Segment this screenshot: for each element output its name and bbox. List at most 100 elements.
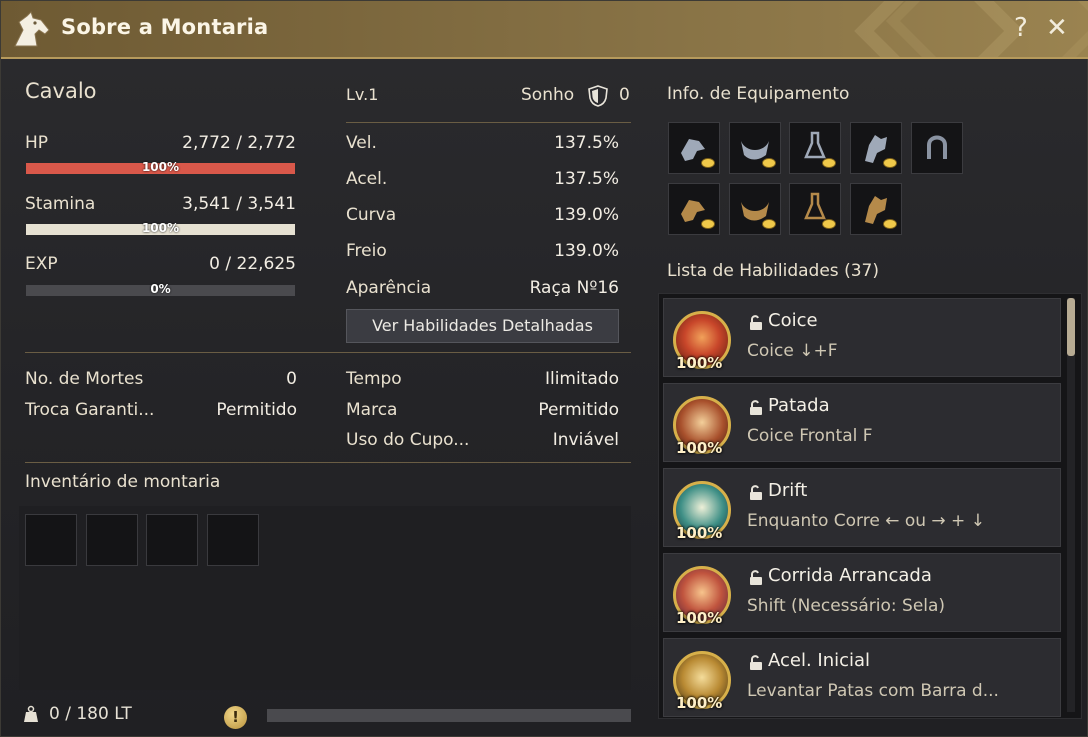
skill-card-drift[interactable]: 100% Drift Enquanto Corre ← ou → + ↓: [663, 468, 1061, 547]
trade-label: Troca Garanti...: [25, 400, 155, 420]
exp-percent: 0%: [150, 282, 171, 296]
skill-card-patada[interactable]: 100% Patada Coice Frontal F: [663, 383, 1061, 462]
stamina-bar: 100%: [26, 221, 295, 235]
divider: [25, 462, 631, 463]
skill-percent: 100%: [676, 439, 723, 457]
acceleration-label: Acel.: [346, 169, 388, 189]
time-value: Ilimitado: [544, 369, 619, 389]
skill-card-acel-inicial[interactable]: 100% Acel. Inicial Levantar Patas com Ba…: [663, 638, 1061, 717]
champron-slot[interactable]: [668, 122, 720, 174]
equip-indicator: [762, 158, 776, 168]
divider: [25, 352, 631, 353]
time-label: Tempo: [346, 369, 402, 389]
exp-bar: 0%: [26, 282, 295, 296]
dream-value: 0: [619, 85, 630, 105]
title-bar[interactable]: Sobre a Montaria ? ✕: [1, 1, 1088, 59]
saddle-slot-2[interactable]: [729, 183, 781, 235]
unlock-icon: [750, 400, 762, 415]
close-button[interactable]: ✕: [1046, 13, 1068, 43]
skills-title: Lista de Habilidades (37): [667, 261, 879, 281]
skill-name: Patada: [768, 395, 830, 416]
equip-indicator: [883, 158, 897, 168]
weight-bar: [267, 709, 631, 722]
skill-name: Coice: [768, 310, 818, 331]
coupon-label: Uso do Cupo...: [346, 430, 470, 450]
skill-percent: 100%: [676, 609, 723, 627]
skill-percent: 100%: [676, 524, 723, 542]
warning-icon[interactable]: !: [224, 706, 247, 729]
barding-slot-2[interactable]: [850, 183, 902, 235]
deaths-label: No. de Mortes: [25, 369, 144, 389]
inventory-slot[interactable]: [207, 514, 259, 566]
skill-card-corrida-arrancada[interactable]: 100% Corrida Arrancada Shift (Necessário…: [663, 553, 1061, 632]
weight-value: 0 / 180 LT: [49, 704, 132, 724]
unlock-icon: [750, 655, 762, 670]
saddle-slot[interactable]: [729, 122, 781, 174]
skill-command: Shift (Necessário: Sela): [747, 596, 946, 616]
horseshoe-slot[interactable]: [911, 122, 963, 174]
skill-command: Coice ↓+F: [747, 341, 838, 361]
champron-slot-2[interactable]: [668, 183, 720, 235]
trade-value: Permitido: [216, 400, 297, 420]
help-button[interactable]: ?: [1014, 13, 1028, 43]
inventory-slot[interactable]: [25, 514, 77, 566]
inventory-title: Inventário de montaria: [25, 472, 221, 492]
horseshoe-icon: [927, 135, 947, 159]
speed-label: Vel.: [346, 133, 377, 153]
hp-percent: 100%: [141, 160, 180, 174]
brake-value: 139.0%: [554, 241, 619, 261]
window-title: Sobre a Montaria: [61, 15, 269, 39]
appearance-label: Aparência: [346, 278, 432, 298]
skill-percent: 100%: [676, 694, 723, 712]
brand-value: Permitido: [538, 400, 619, 420]
equip-indicator: [762, 219, 776, 229]
equip-indicator: [822, 158, 836, 168]
skill-percent: 100%: [676, 354, 723, 372]
weight-icon: [24, 705, 38, 722]
shield-icon: [588, 85, 608, 107]
skills-scrollbar[interactable]: [1067, 298, 1075, 712]
stamina-label: Stamina: [25, 194, 96, 214]
divider: [346, 122, 631, 123]
skill-name: Corrida Arrancada: [768, 565, 932, 586]
hp-label: HP: [25, 133, 49, 153]
equip-indicator: [883, 219, 897, 229]
equip-indicator: [701, 219, 715, 229]
skill-name: Drift: [768, 480, 808, 501]
skill-card-coice[interactable]: 100% Coice Coice ↓+F: [663, 298, 1061, 377]
brand-label: Marca: [346, 400, 398, 420]
mount-name: Cavalo: [25, 79, 97, 103]
skill-command: Levantar Patas com Barra d...: [747, 681, 999, 701]
dream-label: Sonho: [521, 85, 575, 105]
horse-head-icon: [14, 11, 50, 47]
equipment-title: Info. de Equipamento: [667, 84, 850, 104]
skill-name: Acel. Inicial: [768, 650, 871, 671]
exp-label: EXP: [25, 254, 58, 274]
exp-value: 0 / 22,625: [209, 254, 296, 274]
unlock-icon: [750, 570, 762, 585]
hp-bar: 100%: [26, 160, 295, 174]
barding-slot[interactable]: [850, 122, 902, 174]
turning-label: Curva: [346, 205, 397, 225]
stamina-percent: 100%: [141, 221, 180, 235]
inventory-slot[interactable]: [146, 514, 198, 566]
stamina-value: 3,541 / 3,541: [182, 194, 296, 214]
brake-label: Freio: [346, 241, 387, 261]
inventory-slot[interactable]: [86, 514, 138, 566]
unlock-icon: [750, 315, 762, 330]
scrollbar-thumb[interactable]: [1067, 298, 1075, 356]
deaths-value: 0: [286, 369, 297, 389]
speed-value: 137.5%: [554, 133, 619, 153]
skill-command: Enquanto Corre ← ou → + ↓: [747, 511, 985, 531]
stirrups-slot-2[interactable]: [789, 183, 841, 235]
acceleration-value: 137.5%: [554, 169, 619, 189]
equip-indicator: [701, 158, 715, 168]
mount-info-window: Sobre a Montaria ? ✕ Cavalo HP 2,772 / 2…: [0, 0, 1088, 737]
coupon-value: Inviável: [552, 430, 619, 450]
view-detailed-skills-button[interactable]: Ver Habilidades Detalhadas: [346, 309, 619, 343]
skill-command: Coice Frontal F: [747, 426, 873, 446]
equip-indicator: [822, 219, 836, 229]
stirrups-slot[interactable]: [789, 122, 841, 174]
hp-value: 2,772 / 2,772: [182, 133, 296, 153]
level-label: Lv.1: [346, 85, 379, 104]
